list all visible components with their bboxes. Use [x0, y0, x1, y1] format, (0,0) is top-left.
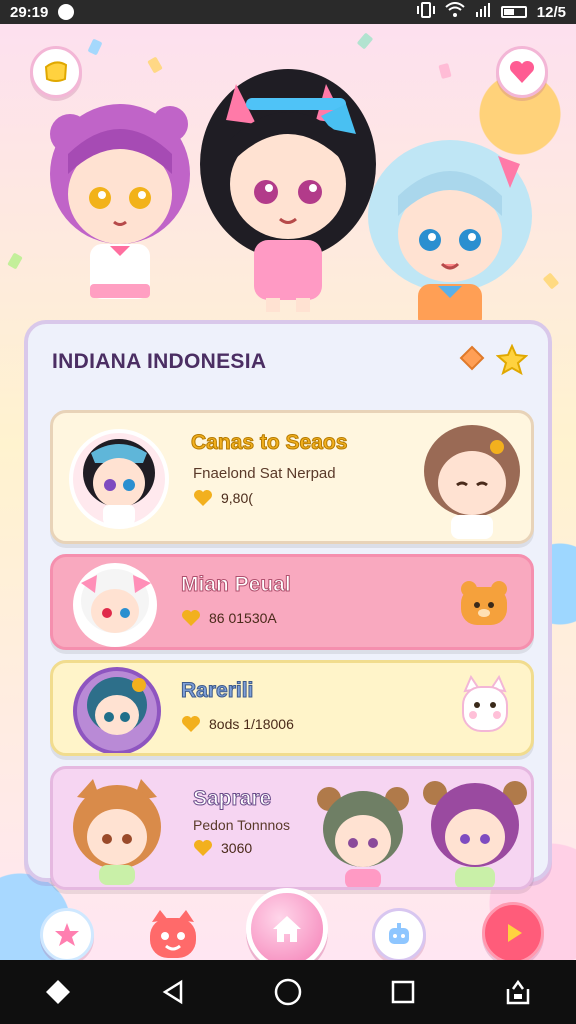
- star-face-icon[interactable]: [496, 344, 528, 376]
- status-time: 29:19: [10, 3, 49, 21]
- android-home-button[interactable]: [268, 972, 308, 1012]
- home-circle-icon: [274, 978, 302, 1006]
- recents-button[interactable]: [383, 972, 423, 1012]
- gem-icon[interactable]: [458, 344, 486, 372]
- coin-count: 8ods 1/18006: [181, 715, 294, 733]
- battery-level: 12/5: [536, 3, 566, 21]
- confetti: [87, 38, 103, 56]
- cat-face-icon: [150, 910, 196, 958]
- character-black-hair: [196, 54, 380, 314]
- confetti: [542, 272, 560, 290]
- home-button[interactable]: [246, 888, 328, 960]
- vibrate-icon: [416, 2, 435, 22]
- share-button[interactable]: [498, 972, 538, 1012]
- coin-value: 9,80(: [221, 490, 253, 506]
- game-screen: INDIANA INDONESIA Canas to Seaos Fnaelon…: [0, 24, 576, 960]
- status-bar: 29:19 12/5: [0, 0, 576, 24]
- character-avatar: [67, 777, 167, 885]
- character-portrait: [417, 421, 527, 539]
- room-list-panel: INDIANA INDONESIA Canas to Seaos Fnaelon…: [24, 320, 552, 890]
- coin-value: 8ods 1/18006: [209, 716, 294, 732]
- robot-icon: [389, 923, 409, 944]
- star-heart-icon: [55, 923, 79, 946]
- room-card[interactable]: Rarerili 8ods 1/18006: [50, 660, 534, 756]
- app-notification-icon: [58, 4, 75, 20]
- recents-icon: [391, 980, 415, 1004]
- card-subtitle: Fnaelond Sat Nerpad: [193, 465, 336, 482]
- coin-count: 86 01530A: [181, 609, 277, 627]
- character-avatar: [69, 429, 169, 529]
- game-bottom-nav: [0, 872, 576, 960]
- heart-icon: [509, 60, 535, 83]
- room-card[interactable]: Canas to Seaos Fnaelond Sat Nerpad 9,80(: [50, 410, 534, 544]
- gold-heart-icon: [194, 840, 212, 856]
- diamond-icon: [45, 980, 70, 1004]
- nav-robot-button[interactable]: [372, 908, 426, 960]
- ticket-button[interactable]: [30, 46, 82, 98]
- confetti: [356, 32, 374, 50]
- ticket-icon: [44, 61, 68, 82]
- coin-value: 86 01530A: [209, 610, 277, 626]
- gold-heart-icon: [182, 716, 200, 732]
- coin-count: 3060: [193, 839, 252, 857]
- wifi-icon: [445, 2, 465, 22]
- bear-icon: [457, 577, 511, 629]
- back-icon: [162, 979, 183, 1005]
- panel-title: INDIANA INDONESIA: [52, 350, 267, 373]
- play-icon: [508, 924, 522, 942]
- nav-favorites-button[interactable]: [40, 908, 94, 960]
- card-title: Canas to Seaos: [190, 431, 348, 455]
- character-avatar: [73, 563, 157, 647]
- gold-heart-icon: [194, 490, 212, 506]
- cat-plush-icon: [457, 674, 513, 737]
- battery-icon: [500, 6, 527, 18]
- card-title: Saprare: [192, 787, 272, 811]
- character-blue-hair: [360, 136, 540, 336]
- character-purple-hair: [30, 94, 210, 314]
- character-avatar: [73, 667, 161, 753]
- play-button[interactable]: [482, 902, 544, 960]
- room-card[interactable]: Mian Peual 86 01530A: [50, 554, 534, 650]
- confetti: [438, 62, 452, 80]
- gold-heart-icon: [182, 610, 200, 626]
- signal-icon: [475, 2, 491, 22]
- share-icon: [507, 979, 530, 1005]
- coin-count: 9,80(: [193, 489, 253, 507]
- card-title: Mian Peual: [181, 573, 292, 597]
- card-title: Rarerili: [180, 679, 254, 703]
- panel-icons: [458, 344, 528, 376]
- home-icon: [273, 916, 301, 942]
- confetti: [147, 56, 163, 74]
- card-subtitle: Pedon Tonnnos: [193, 817, 291, 833]
- confetti: [7, 252, 23, 270]
- android-nav-bar: [0, 960, 576, 1024]
- nav-character-button[interactable]: [146, 908, 200, 960]
- diamond-button[interactable]: [38, 972, 78, 1012]
- back-button[interactable]: [153, 972, 193, 1012]
- favorites-button[interactable]: [496, 46, 548, 98]
- coin-value: 3060: [221, 840, 253, 856]
